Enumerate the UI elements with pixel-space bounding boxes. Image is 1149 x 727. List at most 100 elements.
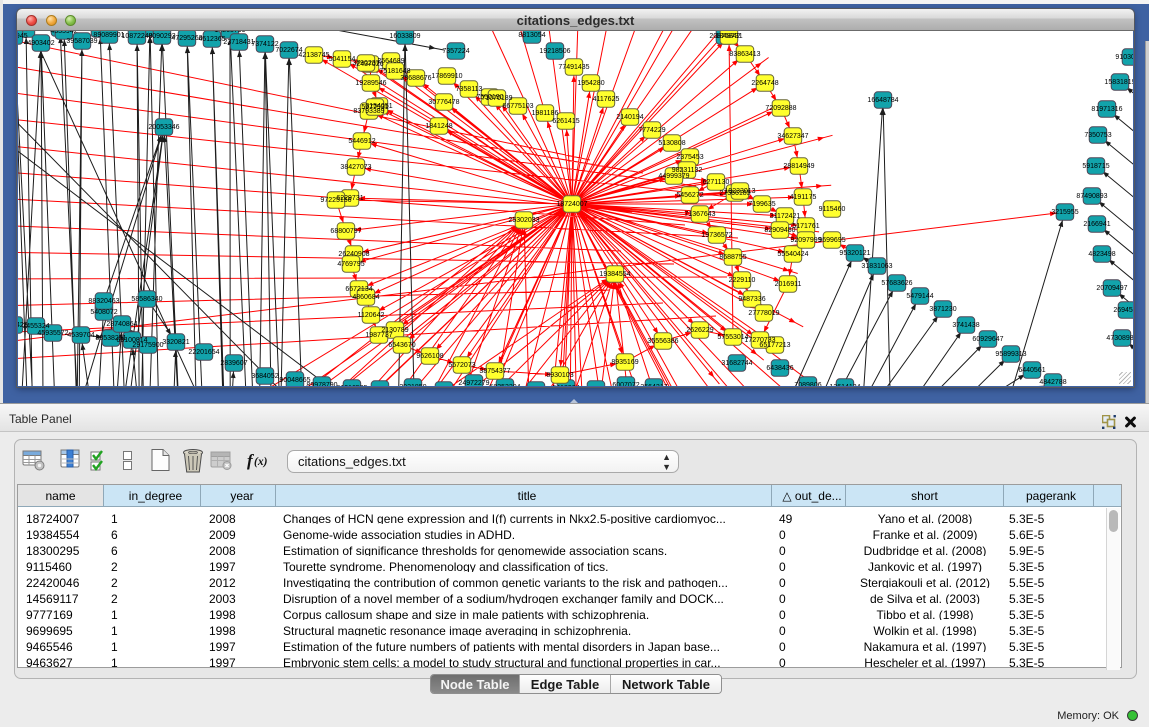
svg-text:9115460: 9115460 [819, 206, 846, 213]
svg-text:6261415: 6261415 [552, 118, 579, 125]
svg-text:9626108: 9626108 [416, 353, 443, 360]
svg-text:16033809: 16033809 [389, 33, 420, 40]
svg-text:4769795: 4769795 [337, 261, 364, 268]
svg-text:2921859: 2921859 [399, 384, 426, 386]
svg-text:4903402: 4903402 [27, 40, 54, 47]
svg-text:45935572: 45935572 [37, 330, 68, 337]
svg-text:7774229: 7774229 [638, 127, 665, 134]
svg-text:47308985: 47308985 [1106, 335, 1133, 342]
svg-text:5418934: 5418934 [552, 385, 579, 386]
svg-text:7350753: 7350753 [1084, 132, 1111, 139]
svg-text:82909480: 82909480 [764, 227, 795, 234]
svg-text:39587039: 39587039 [66, 38, 97, 45]
svg-text:6007072: 6007072 [612, 382, 639, 386]
svg-text:5977931: 5977931 [361, 104, 388, 111]
svg-text:1848731: 1848731 [715, 33, 742, 40]
svg-text:18724007: 18724007 [556, 201, 587, 208]
svg-text:27778019: 27778019 [748, 310, 779, 317]
svg-text:68353204: 68353204 [489, 384, 520, 386]
svg-text:2458591: 2458591 [136, 31, 163, 32]
svg-text:6438436: 6438436 [766, 365, 793, 372]
svg-text:19384554: 19384554 [599, 271, 630, 278]
svg-text:3790237: 3790237 [352, 60, 379, 67]
svg-text:19233013: 19233013 [724, 188, 755, 195]
svg-text:3564217: 3564217 [640, 384, 667, 386]
svg-text:19218506: 19218506 [539, 48, 570, 55]
svg-text:89089901: 89089901 [93, 32, 124, 39]
svg-text:2264748: 2264748 [751, 80, 778, 87]
svg-text:72092888: 72092888 [765, 105, 796, 112]
svg-text:7089806: 7089806 [794, 382, 821, 386]
svg-text:4860684: 4860684 [352, 294, 379, 301]
svg-text:38754377: 38754377 [479, 368, 510, 375]
svg-text:5408072: 5408072 [90, 309, 117, 316]
svg-text:2140194: 2140194 [616, 114, 643, 121]
svg-text:5918715: 5918715 [1082, 163, 1109, 170]
svg-text:4612365: 4612365 [198, 36, 225, 43]
svg-text:17869910: 17869910 [431, 73, 462, 80]
svg-text:1120642: 1120642 [358, 312, 385, 319]
svg-text:68800797: 68800797 [330, 228, 361, 235]
svg-text:91030736: 91030736 [1115, 54, 1133, 61]
svg-text:31831063: 31831063 [861, 263, 892, 270]
svg-text:88320463: 88320463 [88, 298, 119, 305]
svg-text:5130808: 5130808 [658, 140, 685, 147]
svg-text:7358113: 7358113 [456, 86, 483, 93]
svg-text:5479144: 5479144 [906, 293, 933, 300]
svg-text:35556386: 35556386 [647, 338, 678, 345]
svg-text:6672134: 6672134 [345, 286, 372, 293]
svg-text:1841248: 1841248 [425, 123, 452, 130]
svg-text:83863413: 83863413 [729, 51, 760, 58]
svg-text:2166941: 2166941 [1083, 221, 1110, 228]
svg-text:7455324: 7455324 [22, 323, 49, 330]
svg-text:2564689: 2564689 [377, 58, 404, 65]
svg-text:4191175: 4191175 [790, 194, 817, 201]
svg-text:3741438: 3741438 [952, 322, 979, 329]
svg-text:55540424: 55540424 [777, 251, 808, 258]
svg-text:95899313: 95899313 [995, 351, 1026, 358]
svg-text:4842788: 4842788 [1039, 379, 1066, 386]
svg-text:57683626: 57683626 [881, 280, 912, 287]
svg-text:4539704: 4539704 [67, 332, 94, 339]
svg-text:3320821: 3320821 [162, 339, 189, 346]
svg-text:97225156: 97225156 [320, 197, 351, 204]
svg-text:92097999: 92097999 [790, 237, 821, 244]
svg-text:87490893: 87490893 [1076, 193, 1107, 200]
svg-text:9699695: 9699695 [818, 237, 845, 244]
svg-text:4823498: 4823498 [1088, 251, 1115, 258]
svg-text:2375453: 2375453 [676, 154, 703, 161]
svg-text:2626229: 2626229 [686, 327, 713, 334]
svg-text:71367643: 71367643 [684, 211, 715, 218]
svg-text:8935169: 8935169 [611, 359, 638, 366]
svg-text:2016911: 2016911 [775, 281, 802, 288]
svg-text:16648784: 16648784 [867, 97, 898, 104]
svg-text:71070189: 71070189 [481, 95, 512, 102]
svg-text:4335942: 4335942 [50, 31, 77, 35]
svg-text:38688676: 38688676 [400, 75, 431, 82]
svg-text:75181648: 75181648 [379, 68, 410, 75]
svg-text:6543670: 6543670 [388, 342, 415, 349]
svg-text:20053346: 20053346 [148, 124, 179, 131]
svg-text:38427073: 38427073 [340, 164, 371, 171]
svg-text:24972279: 24972279 [458, 380, 489, 386]
svg-text:30776478: 30776478 [428, 99, 459, 106]
svg-text:22201654: 22201654 [188, 349, 219, 356]
svg-text:6440561: 6440561 [1018, 367, 1045, 374]
svg-text:42138745: 42138745 [298, 52, 329, 59]
svg-text:8813054: 8813054 [518, 32, 545, 39]
svg-text:15831819: 15831819 [1104, 79, 1133, 86]
svg-text:5446912: 5446912 [348, 138, 375, 145]
svg-text:44999379: 44999379 [658, 173, 689, 180]
svg-text:19736572: 19736572 [701, 232, 732, 239]
svg-text:34627347: 34627347 [777, 133, 808, 140]
svg-text:89978790: 89978790 [306, 382, 337, 386]
svg-text:1981186: 1981186 [532, 110, 559, 117]
svg-text:3215955: 3215955 [1051, 209, 1078, 216]
svg-text:2571945: 2571945 [18, 33, 28, 40]
svg-text:5672073: 5672073 [448, 362, 475, 369]
svg-text:6271130: 6271130 [703, 179, 730, 186]
svg-text:7199635: 7199635 [748, 201, 775, 208]
svg-text:5171761: 5171761 [792, 223, 819, 230]
svg-text:2130789: 2130789 [381, 327, 408, 334]
svg-text:2839607: 2839607 [220, 360, 247, 367]
